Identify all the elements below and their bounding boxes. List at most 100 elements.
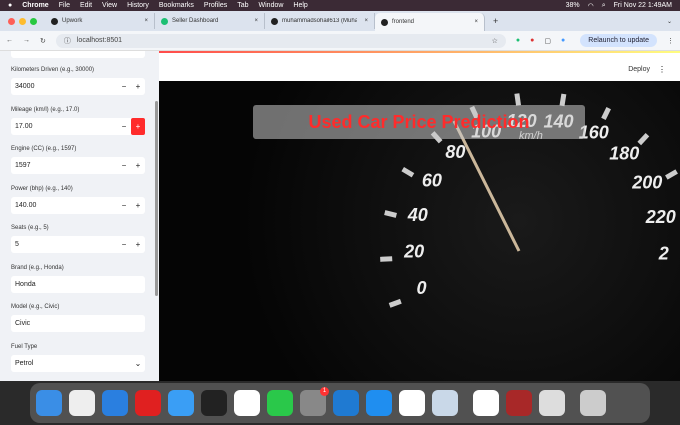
close-tab-icon[interactable]: × — [254, 18, 258, 24]
menu-tab[interactable]: Tab — [237, 2, 248, 9]
menu-history[interactable]: History — [127, 2, 149, 9]
tab-github[interactable]: muhammadsohail613 (Muha × — [265, 13, 375, 29]
tab-upwork[interactable]: Upwork × — [45, 13, 155, 29]
app-store-icon[interactable] — [366, 390, 392, 416]
field-label: Fuel Type — [11, 343, 38, 350]
number-input[interactable]: 34000 − + — [11, 78, 145, 95]
sidebar: Kilometers Driven (e.g., 30000) 34000− + Mi… — [0, 51, 159, 381]
number-input[interactable]: 5 − + — [11, 236, 145, 253]
field-1: Mileage (km/l) (e.g., 17.0) 17.00 − + — [11, 107, 145, 135]
url-text: localhost:8501 — [76, 37, 123, 44]
chrome-menu-icon[interactable]: ⋮ — [667, 37, 674, 45]
vscode-icon[interactable] — [333, 390, 359, 416]
forward-icon[interactable]: → — [23, 37, 30, 44]
main-menu-button[interactable]: ⋮ — [658, 65, 666, 74]
zoom-window-button[interactable] — [30, 17, 37, 25]
chrome-icon[interactable] — [473, 390, 499, 416]
extension-icon[interactable]: ● — [530, 37, 534, 44]
gauge-label: 20 — [403, 242, 424, 262]
tab-label: frontend — [392, 19, 415, 25]
battery-percent[interactable]: 38% — [566, 2, 580, 10]
input-value: 17.00 — [15, 122, 33, 130]
text-input[interactable]: Civic — [11, 315, 145, 332]
finder-icon[interactable] — [36, 390, 62, 416]
input-value: 5 — [15, 241, 19, 248]
field-label: Kilometers Driven (e.g., 30000) — [11, 67, 95, 73]
relaunch-button[interactable]: Relaunch to update — [580, 34, 657, 47]
decrement-button[interactable]: − — [117, 118, 131, 135]
field-label: Seats (e.g., 5) — [11, 225, 49, 231]
menu-window[interactable]: Window — [259, 2, 284, 9]
wifi-icon[interactable]: ◠ — [588, 2, 594, 10]
field-label: Model (e.g., Civic) — [11, 304, 60, 310]
close-tab-icon[interactable]: × — [474, 19, 478, 25]
increment-button[interactable]: + — [131, 236, 145, 253]
text-input[interactable]: Honda — [11, 275, 145, 293]
trash-icon[interactable] — [580, 390, 606, 416]
decrement-button[interactable]: − — [117, 197, 131, 214]
menu-bookmarks[interactable]: Bookmarks — [159, 2, 194, 9]
profile-avatar[interactable]: ● — [561, 37, 565, 44]
chatgpt-icon[interactable] — [399, 390, 425, 416]
tab-search-chevron-icon[interactable]: ⌄ — [667, 18, 672, 25]
select-input[interactable]: Petrol ⌄ — [11, 354, 145, 372]
photos-icon[interactable] — [234, 390, 260, 416]
terminal-icon[interactable] — [201, 390, 227, 416]
sidebar-scrollbar[interactable] — [155, 101, 158, 296]
launchpad-icon[interactable] — [69, 390, 95, 416]
reload-icon[interactable]: ↻ — [40, 37, 46, 45]
gauge-label: 80 — [445, 142, 465, 162]
increment-button[interactable]: + — [131, 157, 145, 174]
number-input[interactable]: 17.00 − + — [11, 117, 145, 135]
clock[interactable]: Fri Nov 22 1:49AM — [614, 2, 672, 10]
settings-icon[interactable]: 1 — [300, 387, 329, 416]
opera-icon[interactable] — [135, 390, 161, 416]
tab-label: Seller Dashboard — [172, 18, 219, 24]
increment-button[interactable]: + — [131, 117, 145, 135]
back-icon[interactable]: ← — [6, 37, 13, 44]
gauge-tick — [380, 256, 393, 262]
close-tab-icon[interactable]: × — [364, 18, 368, 24]
gauge-label: 200 — [631, 173, 662, 193]
close-tab-icon[interactable]: × — [144, 18, 148, 24]
preview-icon[interactable] — [432, 390, 458, 416]
number-input[interactable]: 140.00 − + — [11, 196, 145, 214]
url-input[interactable]: ⓘ localhost:8501 ☆ — [55, 33, 506, 48]
chevron-down-icon[interactable]: ⌄ — [131, 355, 145, 372]
deploy-button[interactable]: Deploy — [628, 66, 650, 73]
mail-icon[interactable] — [168, 390, 194, 416]
input-value: 1597 — [15, 162, 31, 169]
gauge-tick — [388, 298, 402, 308]
field-label: Engine (CC) (e.g., 1597) — [11, 146, 77, 152]
new-tab-button[interactable]: + — [493, 16, 498, 26]
safari-icon[interactable] — [102, 390, 128, 416]
facetime-icon[interactable] — [267, 390, 293, 416]
extensions-puzzle-icon[interactable]: ▢ — [544, 37, 551, 45]
menu-file[interactable]: File — [59, 2, 70, 9]
menu-edit[interactable]: Edit — [80, 2, 92, 9]
decrement-button[interactable]: − — [117, 236, 131, 253]
screenshot-icon[interactable] — [539, 390, 565, 416]
menu-profiles[interactable]: Profiles — [204, 2, 227, 9]
increment-button[interactable]: + — [131, 197, 145, 214]
input-value: Civic — [15, 320, 31, 327]
decrement-button[interactable]: − — [117, 157, 131, 174]
search-icon[interactable]: ⌕ — [602, 2, 606, 10]
apple-icon[interactable]: ● — [8, 2, 12, 9]
tab-frontend[interactable]: frontend × — [375, 13, 485, 31]
extension-icon[interactable]: ● — [516, 37, 520, 44]
increment-button[interactable]: + — [131, 78, 145, 95]
site-info-icon[interactable]: ⓘ — [64, 36, 71, 46]
menu-help[interactable]: Help — [293, 2, 307, 9]
bookmark-star-icon[interactable]: ☆ — [492, 37, 498, 45]
dictionary-icon[interactable] — [506, 390, 532, 416]
number-input[interactable]: 1597 − + — [11, 157, 145, 174]
field-label: Mileage (km/l) (e.g., 17.0) — [11, 106, 80, 113]
decrement-button[interactable]: − — [117, 78, 131, 95]
menu-app-name[interactable]: Chrome — [22, 2, 48, 9]
previous-input[interactable] — [11, 51, 145, 58]
close-window-button[interactable] — [8, 17, 15, 25]
minimize-window-button[interactable] — [19, 17, 26, 25]
menu-view[interactable]: View — [102, 2, 117, 9]
tab-seller-dashboard[interactable]: Seller Dashboard × — [155, 13, 265, 29]
